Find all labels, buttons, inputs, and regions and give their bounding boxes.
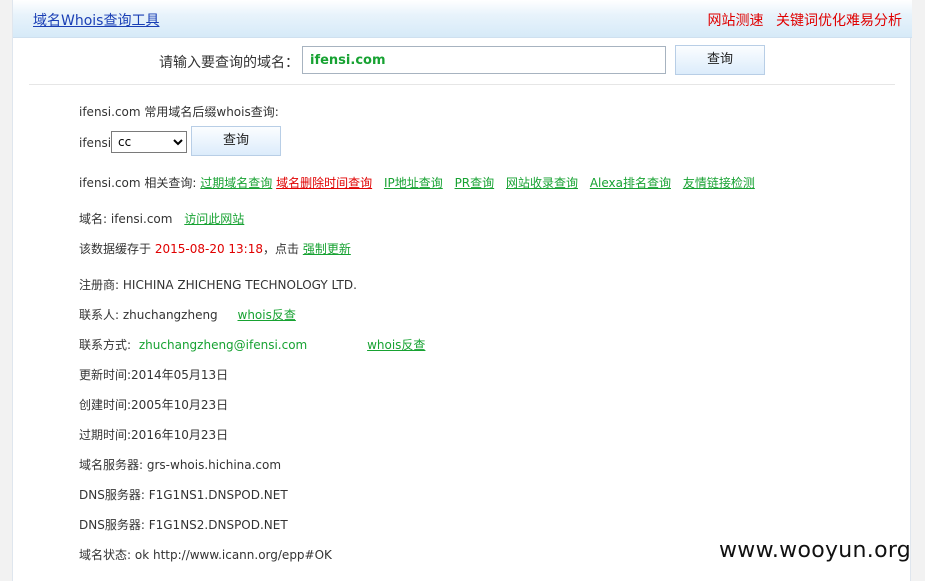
updated-value: 2014年05月13日 [131,368,229,382]
divider [29,84,895,85]
status-label: 域名状态: [79,548,132,562]
domain-label: 域名: [79,212,108,226]
contact-value: zhuchangzheng [122,308,218,322]
domain-value: ifensi.com [110,212,173,226]
suffix-query-row: ifensi. cc 查询 [79,126,289,156]
updated-row: 更新时间:2014年05月13日 [79,366,228,383]
cache-row: 该数据缓存于 2015-08-20 13:18，点击 强制更新 [79,240,351,257]
dns2-value: F1G1NS2.DNSPOD.NET [148,518,288,532]
related-queries-row: ifensi.com 相关查询: 过期域名查询 域名删除时间查询 IP地址查询 … [79,174,755,191]
friend-link-check-link[interactable]: 友情链接检测 [683,176,755,190]
dns1-row: DNS服务器: F1G1NS1.DNSPOD.NET [79,486,288,503]
ip-query-link[interactable]: IP地址查询 [384,176,443,190]
updated-label: 更新时间: [79,368,132,382]
registrar-row: 注册商: HICHINA ZHICHENG TECHNOLOGY LTD. [79,276,357,293]
pr-query-link[interactable]: PR查询 [455,176,495,190]
index-query-link[interactable]: 网站收录查询 [506,176,578,190]
domain-input-label: 请输入要查询的域名： [159,55,299,71]
alexa-query-link[interactable]: Alexa排名查询 [590,176,671,190]
dns1-label: DNS服务器: [79,488,145,502]
suffix-heading: ifensi.com 常用域名后缀whois查询: [79,105,279,119]
contact-method-row: 联系方式: zhuchangzheng@ifensi.com whois反查 [79,336,425,353]
contact-row: 联系人: zhuchangzheng whois反查 [79,306,296,323]
delete-time-link[interactable]: 域名删除时间查询 [276,176,372,190]
contact-whois-reverse-link[interactable]: whois反查 [238,308,296,322]
email-whois-reverse-link[interactable]: whois反查 [367,338,425,352]
dns2-label: DNS服务器: [79,518,145,532]
status-value: ok http://www.icann.org/epp#OK [134,548,332,562]
dns2-row: DNS服务器: F1G1NS2.DNSPOD.NET [79,516,288,533]
site-title-link[interactable]: 域名Whois查询工具 [33,10,159,30]
expires-row: 过期时间:2016年10月23日 [79,426,228,443]
expires-label: 过期时间: [79,428,132,442]
registrar-value: HICHINA ZHICHENG TECHNOLOGY LTD. [122,278,357,292]
cache-time: 2015-08-20 13:18 [154,242,263,256]
created-value: 2005年10月23日 [131,398,229,412]
page-container: 域名Whois查询工具 网站测速 关键词优化难易分析 请输入要查询的域名： 查询… [12,0,912,581]
visit-site-link[interactable]: 访问此网站 [184,212,244,226]
domain-input[interactable] [302,46,666,74]
related-label: ifensi.com 相关查询: [79,176,197,190]
expired-domain-link[interactable]: 过期域名查询 [200,176,272,190]
keyword-analysis-link[interactable]: 关键词优化难易分析 [776,13,902,29]
query-button[interactable]: 查询 [675,45,765,75]
created-row: 创建时间:2005年10月23日 [79,396,228,413]
contact-email: zhuchangzheng@ifensi.com [138,338,308,352]
speed-test-link[interactable]: 网站测速 [708,13,764,29]
suffix-select[interactable]: cc [111,131,187,153]
whois-server-row: 域名服务器: grs-whois.hichina.com [79,456,281,473]
suffix-query-button[interactable]: 查询 [191,126,281,156]
domain-row: 域名: ifensi.com 访问此网站 [79,210,244,227]
header-links: 网站测速 关键词优化难易分析 [700,10,902,30]
created-label: 创建时间: [79,398,132,412]
status-row: 域名状态: ok http://www.icann.org/epp#OK [79,546,332,563]
whois-server-value: grs-whois.hichina.com [146,458,282,472]
force-update-link[interactable]: 强制更新 [303,242,351,256]
contact-label: 联系人: [79,308,120,322]
watermark: www.wooyun.org [719,538,912,563]
header-bar: 域名Whois查询工具 网站测速 关键词优化难易分析 [13,0,912,38]
domain-query-form: 请输入要查询的域名： 查询 [13,44,912,80]
whois-server-label: 域名服务器: [79,458,144,472]
cache-middle: ，点击 [262,242,299,256]
dns1-value: F1G1NS1.DNSPOD.NET [148,488,288,502]
registrar-label: 注册商: [79,278,120,292]
contact-method-label: 联系方式: [79,338,132,352]
cache-prefix: 该数据缓存于 [79,242,152,256]
suffix-prefix: ifensi. [79,136,115,150]
expires-value: 2016年10月23日 [131,428,229,442]
